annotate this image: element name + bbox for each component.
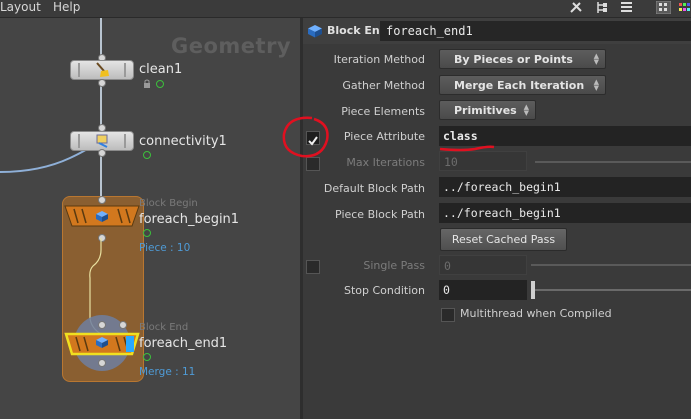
node-name-field[interactable]: foreach_end1 [380,21,691,41]
tools-icon[interactable] [569,1,584,14]
output-port[interactable] [98,149,106,157]
piece-elements-menu[interactable]: Primitives ▲ ▼ [439,100,536,120]
single-pass-checkbox[interactable] [306,260,320,274]
single-pass-label: Single Pass [363,259,425,272]
gather-method-value: Merge Each Iteration [454,79,585,92]
piece-attribute-checkbox[interactable] [306,131,320,146]
block-end-icon [96,337,108,348]
stop-condition-label: Stop Condition [344,284,425,297]
output-port[interactable] [98,359,106,367]
list-view-icon[interactable] [619,1,634,14]
max-iterations-slider[interactable] [535,161,691,163]
context-title: Geometry [171,34,292,58]
piece-attribute-field[interactable]: class [439,126,691,146]
node-foreach-begin-label[interactable]: foreach_begin1 [139,212,239,227]
menu-arrows-icon: ▲ ▼ [593,78,599,92]
menu-layout[interactable]: Layout [0,0,41,14]
stop-condition-slider[interactable] [531,289,691,291]
iteration-method-label: Iteration Method [333,53,425,66]
multithread-label: Multithread when Compiled [460,307,612,320]
multithread-checkbox[interactable] [441,308,455,322]
piece-block-path-label: Piece Block Path [335,208,425,221]
grid-view-icon[interactable] [656,1,671,14]
node-clean[interactable] [70,60,134,80]
max-iterations-label: Max Iterations [346,156,425,169]
display-flag-icon[interactable] [143,151,151,159]
input-port[interactable] [98,321,106,329]
input-port[interactable] [98,196,106,204]
node-connectivity-label[interactable]: connectivity1 [139,134,227,149]
display-flag-icon[interactable] [143,229,151,237]
menu-bar: Layout Help [0,0,691,18]
iteration-method-menu[interactable]: By Pieces or Points ▲ ▼ [439,49,606,69]
node-connectivity[interactable] [70,131,134,151]
menu-arrows-icon: ▲ ▼ [593,52,599,66]
block-end-icon [308,25,322,38]
gather-method-menu[interactable]: Merge Each Iteration ▲ ▼ [439,75,606,95]
palette-icon[interactable] [678,1,691,14]
single-pass-slider[interactable] [531,264,691,266]
max-iterations-field[interactable]: 10 [439,151,527,171]
menu-help[interactable]: Help [53,0,80,14]
lock-icon [144,79,150,88]
block-begin-icon [96,211,108,222]
menu-arrows-icon: ▲ ▼ [523,103,529,117]
node-info-text: Merge : 11 [139,366,196,378]
display-flag-icon[interactable] [156,80,164,88]
wire [100,83,102,130]
tree-view-icon[interactable] [594,1,609,14]
node-foreach-end-label[interactable]: foreach_end1 [139,336,227,351]
default-block-path-label: Default Block Path [323,182,425,195]
piece-block-path-field[interactable]: ../foreach_begin1 [439,203,691,223]
checkmark-icon [308,136,318,146]
broom-icon [96,62,109,77]
piece-attribute-label: Piece Attribute [343,130,425,143]
gather-method-label: Gather Method [342,79,425,92]
node-info-text: Piece : 10 [139,242,191,254]
output-port[interactable] [98,79,106,87]
node-type-label: Block End [139,322,189,333]
node-type-label: Block End [327,24,388,37]
piece-elements-value: Primitives [454,104,517,117]
single-pass-field[interactable]: 0 [439,255,527,275]
node-type-label: Block Begin [139,198,198,209]
piece-elements-label: Piece Elements [341,105,425,118]
node-clean-label[interactable]: clean1 [139,62,182,77]
network-editor[interactable]: Geometry clean1 connectivity1 Block Begi… [0,18,300,419]
display-flag-icon[interactable] [143,353,151,361]
parameter-editor: Block End foreach_end1 Iteration Method … [303,18,691,419]
max-iterations-checkbox[interactable] [306,157,320,171]
iteration-method-value: By Pieces or Points [454,53,573,66]
input-port[interactable] [119,321,127,329]
default-block-path-field[interactable]: ../foreach_begin1 [439,177,691,197]
stop-condition-field[interactable]: 0 [439,280,527,300]
connectivity-icon [96,134,108,148]
slider-handle[interactable] [531,281,535,299]
parameter-header: Block End foreach_end1 [303,18,691,44]
reset-cached-pass-button[interactable]: Reset Cached Pass [440,228,567,251]
